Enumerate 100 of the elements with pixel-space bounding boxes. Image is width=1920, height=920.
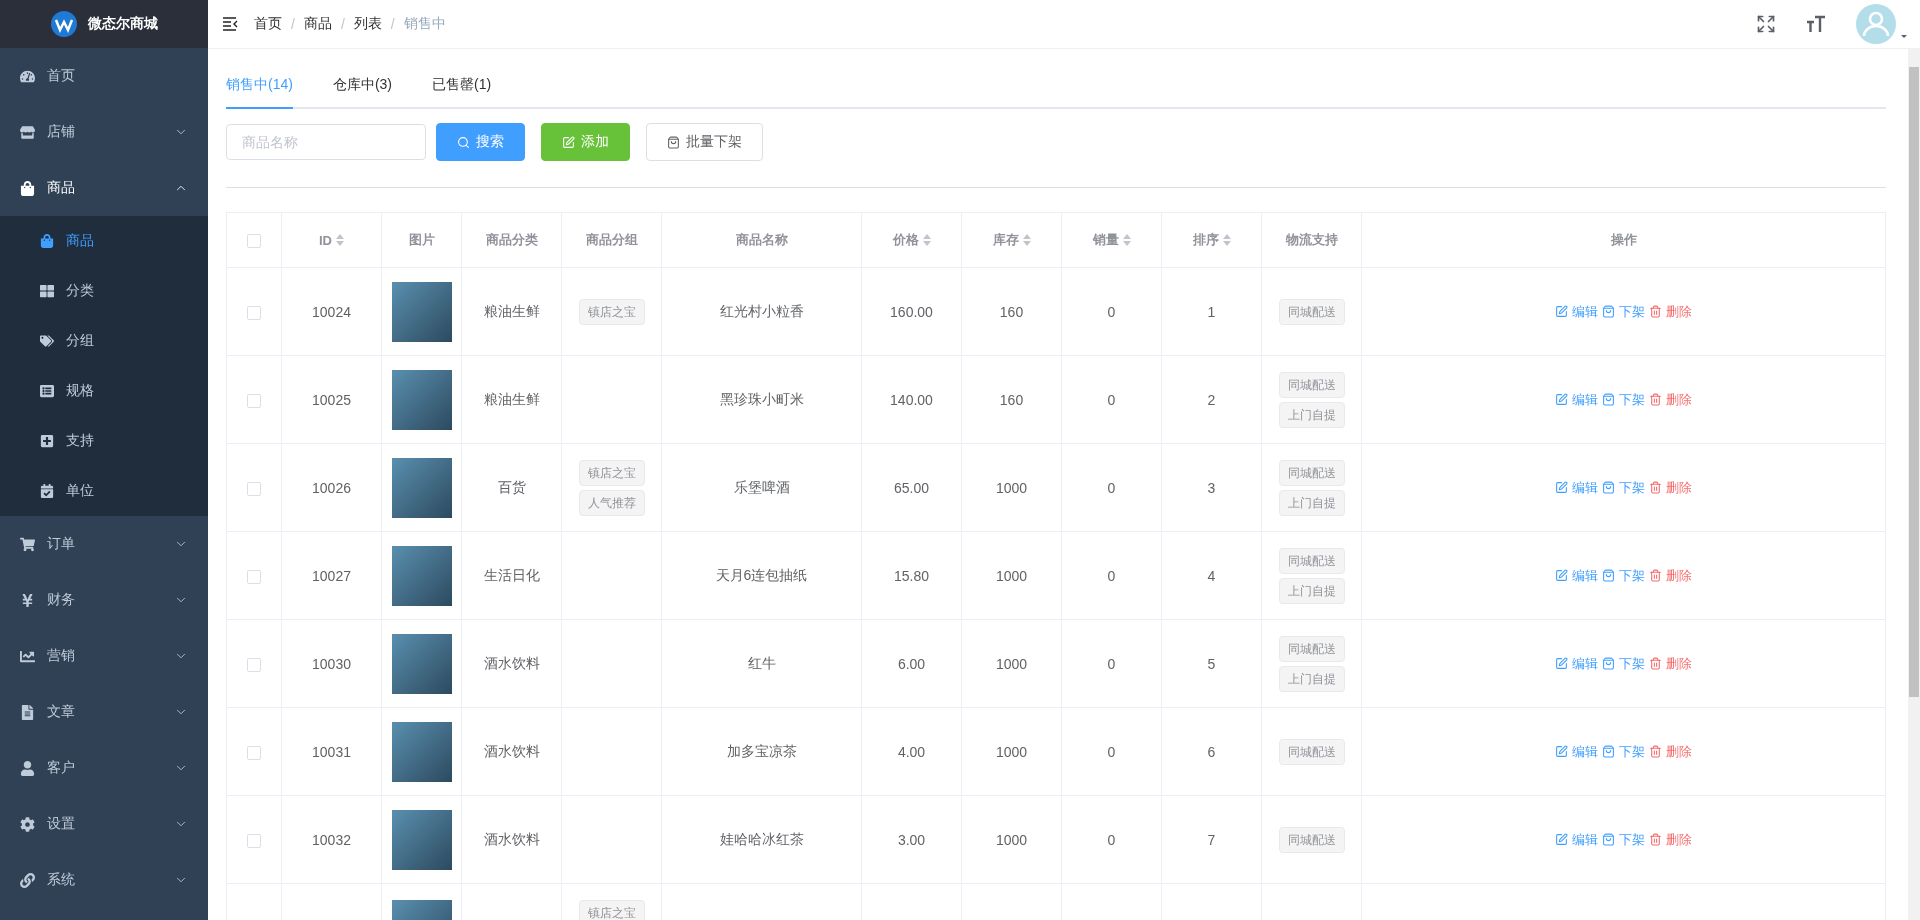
- delivery-tag: 上门自提: [1278, 665, 1345, 692]
- bag-icon[interactable]: [1602, 745, 1615, 758]
- trash-icon[interactable]: [1649, 745, 1662, 758]
- table-cell: 3: [1207, 479, 1216, 496]
- tab[interactable]: 仓库中(3): [332, 63, 393, 109]
- column-header: 销量: [1092, 231, 1119, 249]
- edit-link[interactable]: 编辑: [1572, 654, 1598, 673]
- tab[interactable]: 已售罄(1): [432, 63, 492, 109]
- search-field[interactable]: 商品名称: [226, 124, 426, 160]
- table-cell: 粮油生鲜: [483, 390, 540, 407]
- sort-icon[interactable]: [1122, 234, 1131, 246]
- bag-icon[interactable]: [1602, 657, 1615, 670]
- font-size-icon[interactable]: [1806, 14, 1826, 34]
- table-cell: 10032: [312, 831, 351, 848]
- sort-icon[interactable]: [922, 234, 931, 246]
- trash-icon[interactable]: [1649, 393, 1662, 406]
- submenu-item[interactable]: 分组: [0, 316, 208, 366]
- edit-icon[interactable]: [1555, 657, 1568, 670]
- sort-icon[interactable]: [336, 234, 344, 246]
- checkbox[interactable]: [247, 233, 261, 248]
- edit-icon[interactable]: [1555, 305, 1568, 318]
- column-header: 排序: [1192, 231, 1219, 249]
- search-button[interactable]: 搜索: [436, 123, 525, 161]
- fullscreen-icon[interactable]: [1756, 14, 1776, 34]
- tab[interactable]: 销售中(14): [226, 63, 293, 109]
- delete-link[interactable]: 删除: [1666, 390, 1692, 409]
- table-cell: 0: [1107, 479, 1116, 496]
- column-header: 库存: [992, 231, 1019, 249]
- table-cell: 1000: [995, 743, 1028, 760]
- checkbox[interactable]: [247, 393, 261, 408]
- edit-link[interactable]: 编辑: [1572, 830, 1598, 849]
- photo-placeholder: [391, 281, 452, 342]
- delete-link[interactable]: 删除: [1666, 478, 1692, 497]
- trash-icon[interactable]: [1649, 481, 1662, 494]
- checkbox[interactable]: [247, 833, 261, 848]
- trash-icon[interactable]: [1649, 569, 1662, 582]
- scrollbar[interactable]: [1908, 49, 1920, 920]
- edit-icon[interactable]: [1555, 481, 1568, 494]
- bag-icon[interactable]: [1602, 305, 1615, 318]
- submenu-item[interactable]: 支持: [0, 416, 208, 466]
- submenu-item[interactable]: 商品: [0, 216, 208, 266]
- trash-icon[interactable]: [1649, 657, 1662, 670]
- table-cell: 1000: [995, 655, 1028, 672]
- delete-link[interactable]: 删除: [1666, 742, 1692, 761]
- breadcrumb-item: 销售中: [403, 15, 446, 33]
- search-icon: [457, 135, 470, 149]
- edit-link[interactable]: 编辑: [1572, 742, 1598, 761]
- breadcrumb-item[interactable]: 商品: [303, 15, 332, 33]
- breadcrumb-item[interactable]: 首页: [254, 15, 282, 33]
- bag-icon[interactable]: [1602, 833, 1615, 846]
- bag-icon[interactable]: [1602, 393, 1615, 406]
- unlist-link[interactable]: 下架: [1619, 390, 1645, 409]
- delete-link[interactable]: 删除: [1666, 654, 1692, 673]
- checkbox[interactable]: [247, 481, 261, 496]
- add-button[interactable]: 添加: [541, 123, 630, 161]
- unlist-link[interactable]: 下架: [1619, 478, 1645, 497]
- table-cell: 10030: [312, 655, 351, 672]
- breadcrumb-item[interactable]: 列表: [353, 15, 382, 33]
- delivery-tag: 上门自提: [1278, 401, 1345, 428]
- trash-icon[interactable]: [1649, 305, 1662, 318]
- breadcrumb-separator: /: [340, 16, 345, 32]
- edit-icon[interactable]: [1555, 393, 1568, 406]
- edit-icon[interactable]: [1555, 745, 1568, 758]
- trash-icon[interactable]: [1649, 833, 1662, 846]
- photo-placeholder: [391, 369, 452, 430]
- edit-link[interactable]: 编辑: [1572, 566, 1598, 585]
- submenu-item[interactable]: 单位: [0, 466, 208, 516]
- edit-link[interactable]: 编辑: [1572, 478, 1598, 497]
- submenu-item[interactable]: 分类: [0, 266, 208, 316]
- checkbox[interactable]: [247, 745, 261, 760]
- column-header: 商品名称: [735, 231, 788, 249]
- bag-icon[interactable]: [1602, 481, 1615, 494]
- unlist-button[interactable]: 批量下架: [646, 123, 763, 161]
- avatar-icon[interactable]: [1856, 4, 1908, 44]
- delete-link[interactable]: 删除: [1666, 302, 1692, 321]
- edit-icon[interactable]: [1555, 569, 1568, 582]
- group-tag: 镇店之宝: [578, 298, 645, 325]
- delete-link[interactable]: 删除: [1666, 566, 1692, 585]
- table-cell: 10024: [312, 303, 351, 320]
- unlist-link[interactable]: 下架: [1619, 742, 1645, 761]
- checkbox[interactable]: [247, 657, 261, 672]
- table-cell: 粮油生鲜: [483, 302, 540, 319]
- checkbox[interactable]: [247, 305, 261, 320]
- checkbox[interactable]: [247, 569, 261, 584]
- photo-placeholder: [391, 457, 452, 518]
- sort-icon[interactable]: [1022, 234, 1031, 246]
- column-header: 操作: [1610, 231, 1637, 249]
- table-cell: 6.00: [897, 655, 926, 672]
- edit-link[interactable]: 编辑: [1572, 390, 1598, 409]
- sort-icon[interactable]: [1222, 234, 1231, 246]
- unlist-link[interactable]: 下架: [1619, 654, 1645, 673]
- delete-link[interactable]: 删除: [1666, 830, 1692, 849]
- edit-link[interactable]: 编辑: [1572, 302, 1598, 321]
- submenu-item[interactable]: 规格: [0, 366, 208, 416]
- unlist-link[interactable]: 下架: [1619, 830, 1645, 849]
- unlist-link[interactable]: 下架: [1619, 302, 1645, 321]
- bag-icon[interactable]: [1602, 569, 1615, 582]
- edit-icon[interactable]: [1555, 833, 1568, 846]
- table-cell: 160.00: [890, 303, 933, 320]
- unlist-link[interactable]: 下架: [1619, 566, 1645, 585]
